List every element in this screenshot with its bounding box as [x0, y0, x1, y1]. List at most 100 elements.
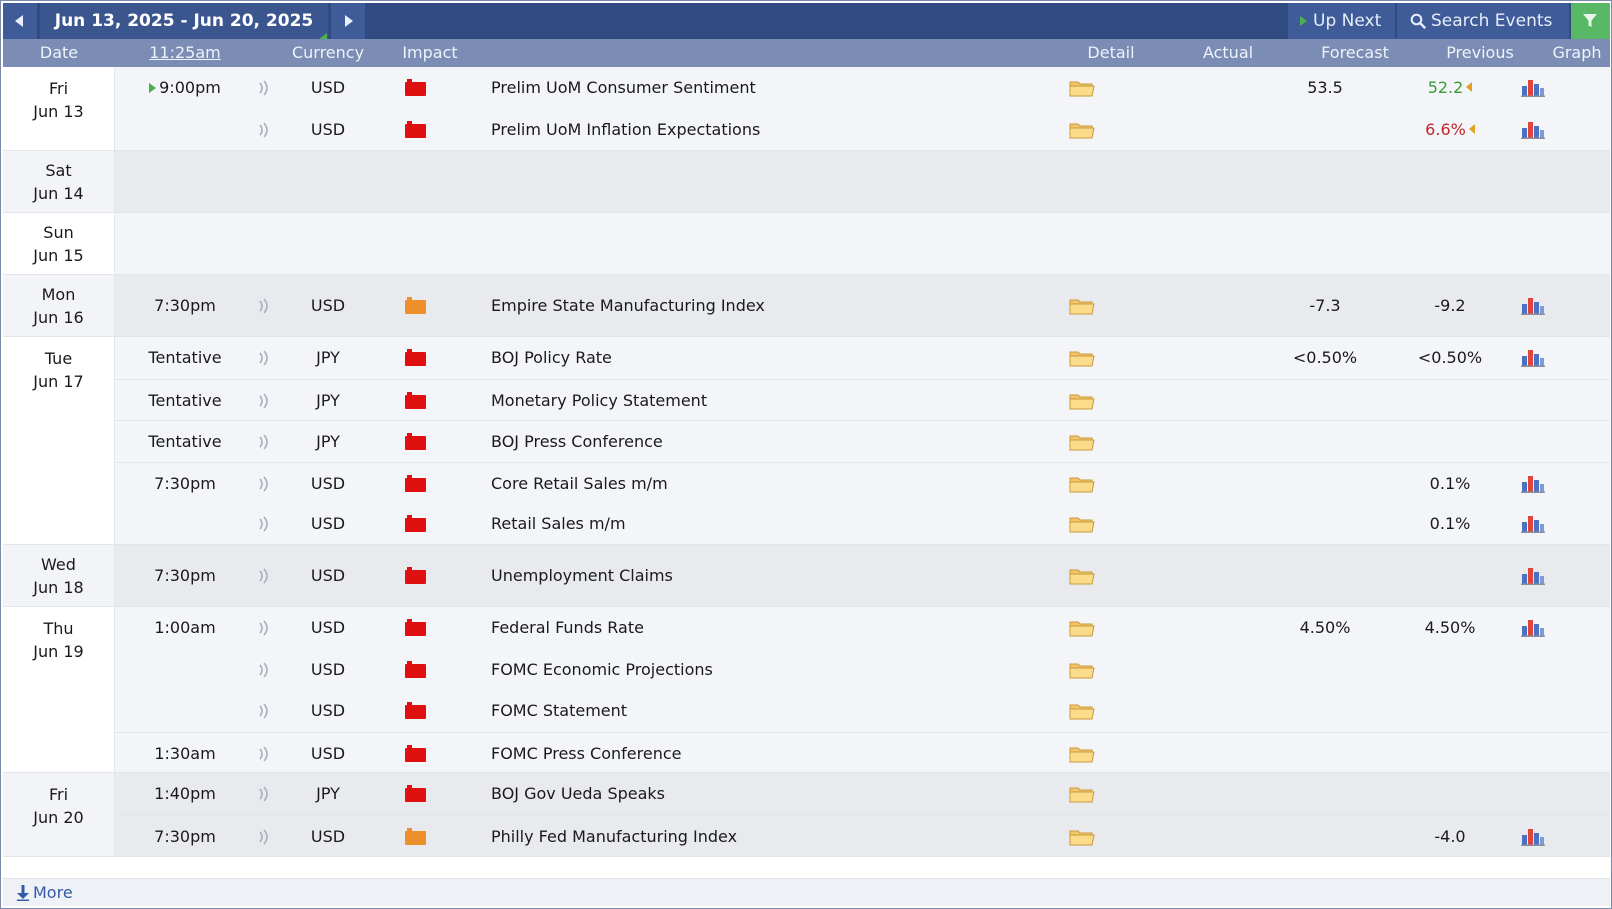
event-time: 9:00pm: [123, 67, 247, 109]
medium-impact-icon: [405, 297, 426, 314]
event-name[interactable]: Philly Fed Manufacturing Index: [491, 816, 1051, 858]
high-impact-icon: [405, 785, 426, 802]
event-row[interactable]: 7:30pm USD Core Retail Sales m/m 0.1%: [115, 462, 1610, 504]
filter-button[interactable]: [1571, 3, 1610, 39]
event-row[interactable]: Tentative JPY BOJ Policy Rate <0.50% <0.50%: [115, 337, 1610, 379]
event-row[interactable]: Tentative JPY BOJ Press Conference: [115, 420, 1610, 462]
high-impact-icon: [405, 661, 426, 678]
event-name[interactable]: FOMC Press Conference: [491, 733, 1051, 775]
high-impact-icon: [405, 702, 426, 719]
date-day: Jun 14: [33, 184, 84, 203]
date-day: Jun 13: [33, 102, 84, 121]
folder-icon: [1069, 704, 1095, 720]
event-name[interactable]: Empire State Manufacturing Index: [491, 285, 1051, 327]
bar-chart-icon: [1521, 568, 1545, 585]
event-row[interactable]: 7:30pm USD Unemployment Claims: [115, 555, 1610, 597]
search-events-button[interactable]: Search Events: [1397, 3, 1569, 39]
event-previous-value: 0.1%: [1429, 474, 1471, 493]
chevron-left-icon: [15, 15, 23, 27]
bar-chart-icon: [1521, 829, 1545, 846]
date-cell: Tue Jun 17: [3, 337, 115, 544]
sound-icon: [259, 350, 268, 366]
search-events-label: Search Events: [1431, 11, 1553, 31]
date-weekday: Fri: [48, 785, 69, 804]
date-cell: Mon Jun 16: [3, 275, 115, 336]
date-cell: Fri Jun 20: [3, 773, 115, 856]
sound-icon: [259, 298, 268, 314]
bar-chart-icon: [1521, 80, 1545, 97]
sound-icon: [259, 746, 268, 762]
date-day: Jun 20: [33, 808, 84, 827]
event-time-text: Tentative: [148, 348, 222, 367]
event-name[interactable]: Federal Funds Rate: [491, 607, 1051, 649]
date-weekday: Fri: [48, 79, 69, 98]
day-group: Sat Jun 14: [3, 151, 1610, 213]
event-row[interactable]: 1:40pm JPY BOJ Gov Ueda Speaks: [115, 773, 1610, 815]
date-weekday: Sun: [43, 223, 74, 242]
folder-icon: [1069, 787, 1095, 803]
up-next-button[interactable]: Up Next: [1288, 3, 1395, 39]
event-time-text: 1:30am: [154, 744, 216, 763]
event-currency: USD: [310, 514, 346, 533]
event-time: 7:30pm: [123, 555, 247, 597]
event-row[interactable]: USD FOMC Economic Projections: [115, 649, 1610, 691]
event-row[interactable]: USD FOMC Statement: [115, 690, 1610, 732]
event-time: 1:00am: [123, 607, 247, 649]
event-row[interactable]: Tentative JPY Monetary Policy Statement: [115, 379, 1610, 421]
event-currency: JPY: [316, 432, 340, 451]
event-name[interactable]: Prelim UoM Inflation Expectations: [491, 109, 1051, 151]
high-impact-icon: [405, 515, 426, 532]
date-weekday: Wed: [41, 555, 76, 574]
event-currency: USD: [310, 78, 346, 97]
high-impact-icon: [405, 121, 426, 138]
folder-icon: [1069, 830, 1095, 846]
event-time: 7:30pm: [123, 463, 247, 505]
bar-chart-icon: [1521, 516, 1545, 533]
event-row[interactable]: USD Retail Sales m/m 0.1%: [115, 503, 1610, 545]
date-cell: Thu Jun 19: [3, 607, 115, 772]
folder-icon: [1069, 351, 1095, 367]
event-previous-value: 0.1%: [1429, 514, 1471, 533]
event-name[interactable]: BOJ Policy Rate: [491, 337, 1051, 379]
event-row[interactable]: 1:30am USD FOMC Press Conference: [115, 732, 1610, 774]
date-range-selector[interactable]: Jun 13, 2025 - Jun 20, 2025: [40, 3, 328, 39]
event-name[interactable]: BOJ Press Conference: [491, 421, 1051, 463]
event-row[interactable]: 7:30pm USD Empire State Manufacturing Inde…: [115, 285, 1610, 327]
date-weekday: Mon: [41, 285, 76, 304]
date-day: Jun 17: [33, 372, 84, 391]
event-time-text: 7:30pm: [154, 474, 216, 493]
event-forecast: <0.50%: [1292, 348, 1358, 367]
event-previous: <0.50%: [1395, 337, 1505, 379]
event-row[interactable]: USD Prelim UoM Inflation Expectations 6.6%: [115, 109, 1610, 151]
event-time: Tentative: [123, 337, 247, 379]
event-name[interactable]: Prelim UoM Consumer Sentiment: [491, 67, 1051, 109]
header-previous: Previous: [1446, 43, 1514, 62]
event-previous: 0.1%: [1395, 463, 1505, 505]
event-name[interactable]: FOMC Economic Projections: [491, 649, 1051, 691]
header-time[interactable]: 11:25am: [123, 39, 247, 67]
event-name[interactable]: Retail Sales m/m: [491, 503, 1051, 545]
event-currency: JPY: [316, 784, 340, 803]
event-previous: 4.50%: [1395, 607, 1505, 649]
event-row[interactable]: 7:30pm USD Philly Fed Manufacturing Index -…: [115, 815, 1610, 857]
event-name[interactable]: FOMC Statement: [491, 690, 1051, 732]
header-impact: Impact: [402, 43, 458, 62]
event-row[interactable]: 1:00am USD Federal Funds Rate 4.50% 4.50%: [115, 607, 1610, 649]
event-previous-value: -9.2: [1434, 296, 1466, 315]
more-button[interactable]: More: [3, 878, 1610, 906]
event-name[interactable]: BOJ Gov Ueda Speaks: [491, 773, 1051, 815]
event-name[interactable]: Unemployment Claims: [491, 555, 1051, 597]
event-name[interactable]: Monetary Policy Statement: [491, 380, 1051, 422]
event-row[interactable]: 9:00pm USD Prelim UoM Consumer Sentiment 53…: [115, 67, 1610, 109]
event-time-text: Tentative: [148, 391, 222, 410]
event-currency: USD: [310, 618, 346, 637]
event-name[interactable]: Core Retail Sales m/m: [491, 463, 1051, 505]
next-event-icon: [149, 83, 157, 93]
event-previous: 6.6%: [1395, 109, 1505, 151]
date-day: Jun 18: [33, 578, 84, 597]
folder-icon: [1069, 81, 1095, 97]
prev-week-button[interactable]: [3, 3, 37, 39]
day-group: Tue Jun 17 Tentative JPY BOJ Policy Rate <0.5…: [3, 337, 1610, 545]
date-weekday: Tue: [44, 349, 73, 368]
next-week-button[interactable]: [331, 3, 365, 39]
